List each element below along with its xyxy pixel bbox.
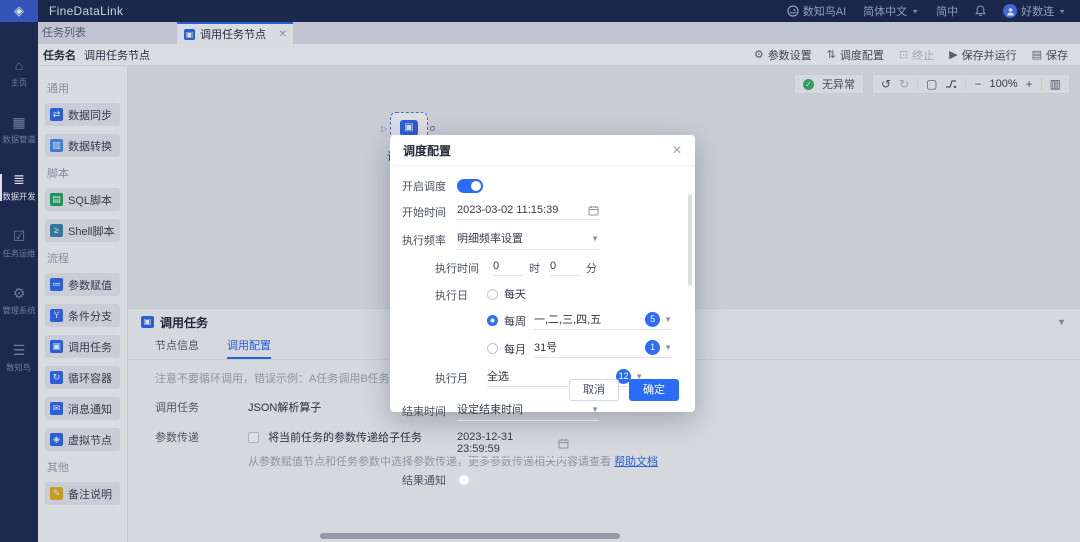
enable-schedule-row: 开启调度	[402, 178, 679, 194]
schedule-config-dialog: 调度配置 ✕ 开启调度 开始时间 2023-03-02 11:15:39 执行频…	[390, 135, 695, 412]
monthly-option: 每月 31号 1 ▼	[487, 339, 672, 358]
end-time-input[interactable]: 2023-12-31 23:59:59	[457, 431, 569, 459]
weekly-radio[interactable]	[487, 315, 498, 326]
ok-button[interactable]: 确定	[629, 379, 679, 401]
chevron-down-icon: ▼	[591, 405, 599, 414]
monthly-radio[interactable]	[487, 343, 498, 354]
start-time-row: 开始时间 2023-03-02 11:15:39	[402, 204, 679, 220]
exec-time-row: 执行时间 0 时 0 分	[435, 260, 679, 276]
result-notify-row: 结果通知	[402, 472, 679, 488]
weekly-option: 每周 一,二,三,四,五 5 ▼	[487, 311, 672, 330]
app-window: ◈ FineDataLink 数知鸟AI 简体中文 ▼ 简中 好数连	[0, 0, 1080, 542]
dialog-footer: 取消 确定	[569, 379, 679, 401]
hour-input[interactable]: 0	[493, 260, 523, 276]
calendar-icon[interactable]	[588, 205, 599, 216]
end-time-value-row: 2023-12-31 23:59:59	[402, 431, 679, 459]
calendar-icon[interactable]	[558, 438, 569, 449]
enable-schedule-toggle[interactable]	[457, 179, 483, 193]
minute-input[interactable]: 0	[550, 260, 580, 276]
dialog-header: 调度配置 ✕	[390, 135, 695, 166]
monthly-days-select[interactable]: 31号 1 ▼	[534, 339, 672, 358]
chevron-down-icon: ▼	[664, 315, 672, 324]
daily-radio[interactable]	[487, 289, 498, 300]
modal-scrollbar[interactable]	[688, 194, 692, 286]
chevron-down-icon: ▼	[591, 234, 599, 243]
start-time-input[interactable]: 2023-03-02 11:15:39	[457, 204, 599, 220]
result-notify-toggle[interactable]	[457, 473, 483, 487]
dialog-body: 开启调度 开始时间 2023-03-02 11:15:39 执行频率 明细频率设…	[390, 166, 695, 488]
count-badge: 5	[645, 312, 660, 327]
exec-day-row: 执行日 每天 每周 一,二,三,四,五 5 ▼	[435, 286, 679, 358]
frequency-row: 执行频率 明细频率设置 ▼	[402, 230, 679, 250]
count-badge: 1	[645, 340, 660, 355]
daily-option: 每天	[487, 286, 672, 302]
chevron-down-icon: ▼	[664, 343, 672, 352]
cancel-button[interactable]: 取消	[569, 379, 619, 401]
end-time-mode-select[interactable]: 设定结束时间 ▼	[457, 401, 599, 421]
frequency-select[interactable]: 明细频率设置 ▼	[457, 230, 599, 250]
close-icon[interactable]: ✕	[672, 143, 682, 157]
weekly-days-select[interactable]: 一,二,三,四,五 5 ▼	[534, 311, 672, 330]
end-time-row: 结束时间 设定结束时间 ▼	[402, 401, 679, 421]
dialog-title: 调度配置	[403, 142, 451, 159]
